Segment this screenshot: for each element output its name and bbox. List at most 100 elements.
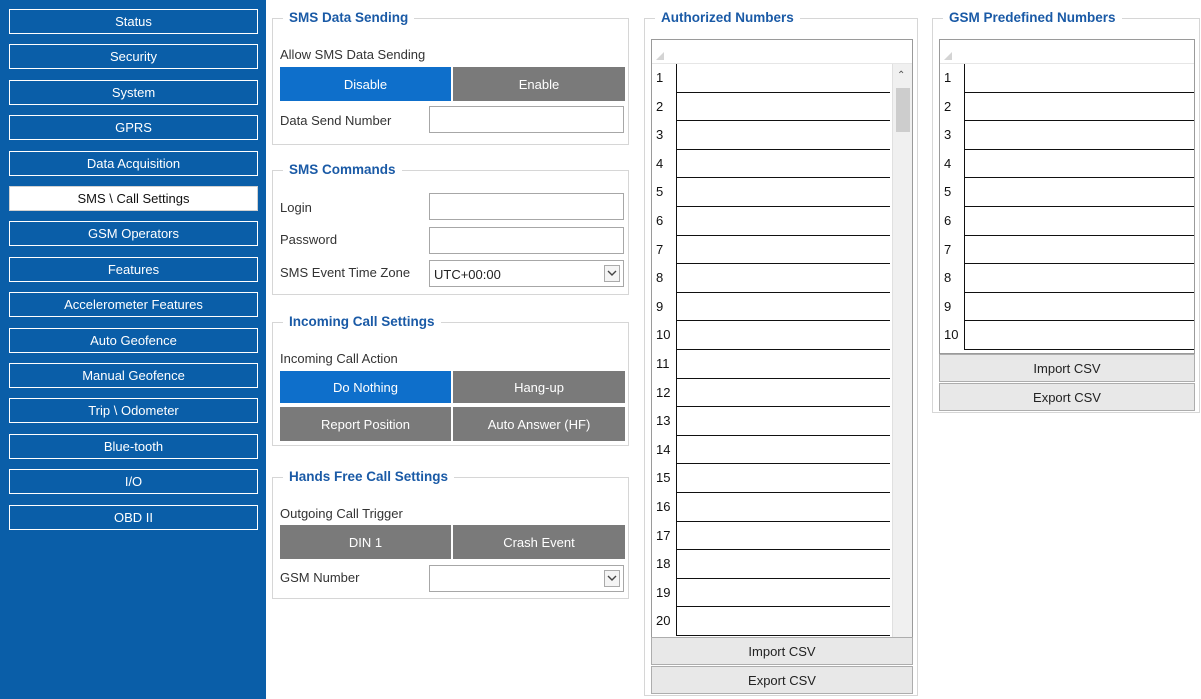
phone-number-cell[interactable] — [676, 407, 890, 436]
table-row[interactable]: 9 — [940, 292, 1194, 322]
phone-number-cell[interactable] — [676, 149, 890, 179]
table-row[interactable]: 1 — [652, 64, 912, 93]
table-row[interactable]: 3 — [940, 121, 1194, 150]
gsm-number-select[interactable] — [429, 565, 624, 592]
table-row[interactable]: 8 — [652, 264, 912, 293]
auto-answer-button[interactable]: Auto Answer (HF) — [453, 407, 625, 441]
phone-number-cell[interactable] — [964, 292, 1194, 322]
phone-number-cell[interactable] — [676, 207, 890, 236]
crash-event-button[interactable]: Crash Event — [453, 525, 625, 559]
sidebar-item-i-o[interactable]: I/O — [9, 469, 258, 495]
table-row[interactable]: 16 — [652, 493, 912, 522]
table-row[interactable]: 14 — [652, 435, 912, 465]
sidebar-item-blue-tooth[interactable]: Blue-tooth — [9, 433, 258, 459]
hang-up-button[interactable]: Hang-up — [453, 371, 625, 405]
sidebar-item-auto-geofence[interactable]: Auto Geofence — [9, 327, 258, 353]
phone-number-cell[interactable] — [676, 264, 890, 293]
table-row[interactable]: 18 — [652, 550, 912, 579]
table-row[interactable]: 2 — [940, 92, 1194, 122]
report-position-button[interactable]: Report Position — [280, 407, 453, 441]
phone-number-cell[interactable] — [964, 235, 1194, 265]
table-row[interactable]: 7 — [652, 235, 912, 265]
sidebar-item-gprs[interactable]: GPRS — [9, 115, 258, 141]
table-row[interactable]: 20 — [652, 607, 912, 636]
phone-number-cell[interactable] — [676, 378, 890, 408]
phone-number-cell[interactable] — [676, 178, 890, 207]
sidebar-item-features[interactable]: Features — [9, 256, 258, 282]
password-input[interactable] — [429, 227, 624, 254]
sidebar-item-security[interactable]: Security — [9, 44, 258, 70]
phone-number-cell[interactable] — [964, 92, 1194, 122]
phone-number-cell[interactable] — [676, 578, 890, 608]
chevron-down-icon[interactable] — [604, 265, 620, 282]
phone-number-cell[interactable] — [676, 464, 890, 493]
select-all-corner-icon[interactable] — [944, 52, 952, 60]
phone-number-cell[interactable] — [676, 607, 890, 636]
login-input[interactable] — [429, 193, 624, 220]
phone-number-cell[interactable] — [676, 521, 890, 551]
table-row[interactable]: 11 — [652, 350, 912, 379]
phone-number-cell[interactable] — [676, 121, 890, 150]
sidebar-item-status[interactable]: Status — [9, 9, 258, 34]
sidebar-item-system[interactable]: System — [9, 79, 258, 105]
export-csv-button[interactable]: Export CSV — [939, 383, 1195, 411]
table-row[interactable]: 13 — [652, 407, 912, 436]
scrollbar-thumb[interactable] — [896, 88, 910, 132]
import-csv-button[interactable]: Import CSV — [939, 354, 1195, 382]
table-row[interactable]: 7 — [940, 235, 1194, 265]
sidebar-item-sms-call-settings[interactable]: SMS \ Call Settings — [9, 186, 258, 211]
table-row[interactable]: 12 — [652, 378, 912, 408]
gsm-predefined-numbers-table[interactable]: 1 2 3 4 5 6 7 8 9 10 — [939, 39, 1195, 354]
enable-button[interactable]: Enable — [453, 67, 625, 101]
select-all-corner-icon[interactable] — [656, 52, 664, 60]
table-row[interactable]: 15 — [652, 464, 912, 493]
sidebar-item-accelerometer-features[interactable]: Accelerometer Features — [9, 292, 258, 318]
do-nothing-button[interactable]: Do Nothing — [280, 371, 453, 405]
phone-number-cell[interactable] — [676, 435, 890, 465]
sidebar-item-obd-ii[interactable]: OBD II — [9, 504, 258, 530]
time-zone-select[interactable]: UTC+00:00 — [429, 260, 624, 287]
din-1-button[interactable]: DIN 1 — [280, 525, 453, 559]
phone-number-cell[interactable] — [964, 149, 1194, 179]
table-row[interactable]: 4 — [940, 149, 1194, 179]
phone-number-cell[interactable] — [676, 493, 890, 522]
table-row[interactable]: 5 — [940, 178, 1194, 207]
sidebar-item-manual-geofence[interactable]: Manual Geofence — [9, 363, 258, 388]
phone-number-cell[interactable] — [676, 64, 890, 93]
table-row[interactable]: 8 — [940, 264, 1194, 293]
data-send-number-input[interactable] — [429, 106, 624, 133]
authorized-numbers-table[interactable]: 1234567891011121314151617181920 ⌃ ⌄ — [651, 39, 913, 654]
phone-number-cell[interactable] — [676, 321, 890, 350]
sidebar-item-data-acquisition[interactable]: Data Acquisition — [9, 150, 258, 176]
table-row[interactable]: 3 — [652, 121, 912, 150]
phone-number-cell[interactable] — [964, 121, 1194, 150]
chevron-down-icon[interactable] — [604, 570, 620, 587]
table-row[interactable]: 9 — [652, 292, 912, 322]
phone-number-cell[interactable] — [676, 550, 890, 579]
phone-number-cell[interactable] — [964, 178, 1194, 207]
export-csv-button[interactable]: Export CSV — [651, 666, 913, 694]
vertical-scrollbar[interactable]: ⌃ ⌄ — [892, 64, 912, 653]
phone-number-cell[interactable] — [964, 264, 1194, 293]
table-row[interactable]: 19 — [652, 578, 912, 608]
phone-number-cell[interactable] — [676, 292, 890, 322]
phone-number-cell[interactable] — [964, 207, 1194, 236]
table-row[interactable]: 6 — [652, 207, 912, 236]
phone-number-cell[interactable] — [676, 350, 890, 379]
sidebar-item-gsm-operators[interactable]: GSM Operators — [9, 221, 258, 247]
table-row[interactable]: 17 — [652, 521, 912, 551]
import-csv-button[interactable]: Import CSV — [651, 637, 913, 665]
table-row[interactable]: 5 — [652, 178, 912, 207]
sidebar-item-trip-odometer[interactable]: Trip \ Odometer — [9, 398, 258, 424]
table-row[interactable]: 10 — [652, 321, 912, 350]
disable-button[interactable]: Disable — [280, 67, 453, 101]
table-row[interactable]: 1 — [940, 64, 1194, 93]
phone-number-cell[interactable] — [676, 92, 890, 122]
table-row[interactable]: 10 — [940, 321, 1194, 350]
table-row[interactable]: 2 — [652, 92, 912, 122]
phone-number-cell[interactable] — [964, 321, 1194, 350]
table-row[interactable]: 6 — [940, 207, 1194, 236]
phone-number-cell[interactable] — [676, 235, 890, 265]
scroll-up-icon[interactable]: ⌃ — [897, 70, 905, 81]
phone-number-cell[interactable] — [964, 64, 1194, 93]
